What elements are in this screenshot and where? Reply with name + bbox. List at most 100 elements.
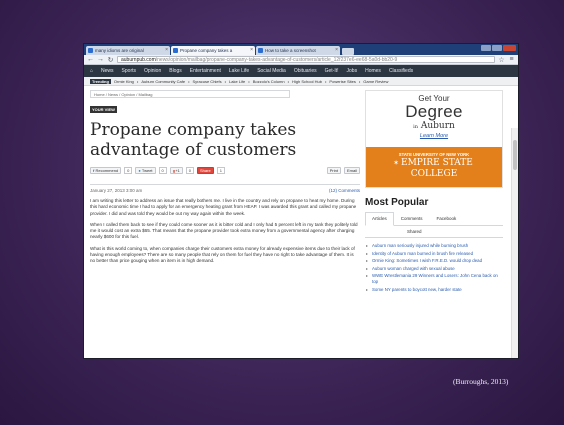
- trending-link[interactable]: Bozzolo's Column: [253, 79, 285, 84]
- most-popular-list: Auburn man seriously injured while burni…: [365, 243, 503, 292]
- nav-item[interactable]: Entertainment: [190, 68, 221, 74]
- close-window-button[interactable]: [503, 45, 516, 51]
- list-item[interactable]: WWE Wrestlemania 29 Winners and Losers: …: [365, 273, 503, 284]
- browser-tab[interactable]: many idioms are original ×: [86, 46, 170, 55]
- gplus-count: 0: [185, 167, 195, 174]
- tab-shared[interactable]: Shared: [365, 226, 503, 238]
- new-tab-button[interactable]: [342, 48, 354, 55]
- nav-item[interactable]: News: [101, 68, 114, 74]
- gplus-label: +1: [175, 168, 180, 173]
- comments-link[interactable]: (12) Comments: [329, 188, 360, 193]
- article-date: January 27, 2013 3:00 am: [90, 188, 143, 193]
- star-icon[interactable]: ☆: [498, 56, 505, 64]
- tweet-count: 0: [158, 167, 167, 174]
- ad-degree: Degree: [405, 102, 463, 121]
- ad-college-line1: EMPIRE STATE: [401, 158, 473, 168]
- tweet-label: Tweet: [141, 168, 153, 173]
- list-item[interactable]: Auburn woman charged with sexual abuse: [365, 266, 503, 272]
- nav-item[interactable]: Classifieds: [389, 68, 413, 74]
- trending-link[interactable]: High School Hub: [292, 79, 322, 84]
- citation: (Burroughs, 2013): [453, 377, 509, 386]
- trending-bar: Trending Ormie King • Auburn Community Ca…: [84, 77, 518, 86]
- trending-link[interactable]: Powerise Sites: [329, 79, 355, 84]
- trending-link[interactable]: Ormie King: [114, 79, 134, 84]
- reload-icon[interactable]: ↻: [107, 56, 114, 64]
- article-title: Propane company takes advantage of custo…: [90, 120, 297, 160]
- email-button[interactable]: Email: [343, 167, 360, 174]
- learn-more-link[interactable]: Learn More: [366, 133, 502, 139]
- ad-college-name: ✶ EMPIRE STATE: [366, 158, 502, 168]
- scrollbar[interactable]: [511, 128, 518, 358]
- window-controls: [481, 45, 516, 51]
- article-paragraph: What is this world coming to, when compa…: [90, 245, 355, 264]
- tab-articles[interactable]: Articles: [365, 212, 394, 226]
- favicon-icon: [258, 48, 263, 53]
- print-button[interactable]: Print: [326, 167, 341, 174]
- ad-suny: STATE UNIVERSITY OF NEW YORK: [398, 152, 470, 157]
- nav-item[interactable]: Sports: [122, 68, 136, 74]
- close-tab-icon[interactable]: ×: [165, 46, 168, 55]
- share-button[interactable]: Share: [197, 167, 214, 174]
- browser-tab-bar: many idioms are original × Propane compa…: [84, 44, 518, 55]
- scrollbar-thumb[interactable]: [513, 140, 517, 170]
- recommend-label: Recommend: [95, 168, 119, 173]
- ad-college-line2: COLLEGE: [410, 169, 458, 179]
- screenshot-frame: many idioms are original × Propane compa…: [83, 43, 519, 359]
- kicker-label: YOUR VIEW: [90, 106, 117, 113]
- nav-item[interactable]: Opinion: [144, 68, 161, 74]
- ad-place-name: Auburn: [420, 121, 455, 131]
- nav-item[interactable]: Homes: [365, 68, 381, 74]
- recommend-count: 0: [124, 167, 133, 174]
- nav-item[interactable]: Jobs: [347, 68, 358, 74]
- tab-comments[interactable]: Comments: [394, 212, 430, 225]
- article-paragraph: When I called them back to see if they c…: [90, 221, 358, 240]
- facebook-recommend-button[interactable]: f Recommend: [90, 167, 122, 174]
- tab-label: How to take a screenshot: [265, 48, 316, 53]
- page-content: Home / News / Opinion / Mailbag YOUR VIE…: [84, 86, 518, 358]
- list-item[interactable]: Identity of Auburn man burned in brush f…: [365, 251, 503, 257]
- twitter-icon: ●: [138, 168, 141, 173]
- list-item[interactable]: Auburn man seriously injured while burni…: [365, 243, 503, 249]
- tab-facebook[interactable]: Facebook: [430, 212, 464, 225]
- url-path: /news/opinion/mailbag/propane-company-ta…: [155, 57, 398, 63]
- article-meta: January 27, 2013 3:00 am (12) Comments: [90, 184, 360, 193]
- ad-college-banner: STATE UNIVERSITY OF NEW YORK ✶ EMPIRE STA…: [366, 147, 502, 187]
- tab-label: Propane company takes a: [180, 48, 233, 53]
- browser-tab[interactable]: How to take a screenshot ×: [256, 46, 340, 55]
- tweet-button[interactable]: ● Tweet: [135, 167, 156, 174]
- breadcrumb[interactable]: Home / News / Opinion / Mailbag: [90, 90, 290, 98]
- menu-icon[interactable]: ≡: [508, 56, 515, 63]
- home-icon[interactable]: ⌂: [90, 68, 93, 74]
- nav-item[interactable]: Get-It!: [325, 68, 339, 74]
- close-tab-icon[interactable]: ×: [250, 46, 253, 55]
- favicon-icon: [88, 48, 93, 53]
- browser-tab-active[interactable]: Propane company takes a ×: [171, 46, 255, 55]
- share-count: 1: [216, 167, 225, 174]
- most-popular-heading: Most Popular: [365, 197, 429, 208]
- social-buttons: f Recommend 0 ● Tweet 0 g+1 0 Share 1 Pr…: [90, 167, 360, 174]
- trending-link[interactable]: Auburn Community Cafe: [141, 79, 185, 84]
- maximize-button[interactable]: [492, 45, 502, 51]
- sidebar: Get Your Degree in Auburn Learn More STA…: [365, 90, 503, 294]
- minimize-button[interactable]: [481, 45, 491, 51]
- nav-item[interactable]: Lake Life: [229, 68, 249, 74]
- google-plus-button[interactable]: g+1: [169, 167, 183, 174]
- list-item[interactable]: Some NY parents to boycott new, harder s…: [365, 287, 503, 293]
- trending-link[interactable]: Lake Life: [229, 79, 245, 84]
- close-tab-icon[interactable]: ×: [335, 46, 338, 55]
- most-popular-tabs: Articles Comments Facebook: [365, 212, 503, 226]
- advertisement[interactable]: Get Your Degree in Auburn Learn More STA…: [365, 90, 503, 188]
- url-field[interactable]: auburnpub.com/news/opinion/mailbag/propa…: [117, 56, 495, 63]
- nav-item[interactable]: Social Media: [257, 68, 286, 74]
- trending-link[interactable]: Syracuse Chiefs: [193, 79, 222, 84]
- list-item[interactable]: Ormie King: Sometimes I wish F.R.E.D. wo…: [365, 258, 503, 264]
- back-arrow-icon[interactable]: ←: [87, 56, 94, 63]
- article: Home / News / Opinion / Mailbag YOUR VIE…: [90, 90, 360, 265]
- nav-item[interactable]: Obituaries: [294, 68, 317, 74]
- article-paragraph: I am writing this letter to address an i…: [90, 198, 357, 216]
- forward-arrow-icon[interactable]: →: [97, 56, 104, 63]
- site-navigation: ⌂ News Sports Opinion Blogs Entertainmen…: [84, 65, 518, 77]
- nav-item[interactable]: Blogs: [169, 68, 182, 74]
- trending-link[interactable]: Game Review: [363, 79, 388, 84]
- ad-in: in: [413, 124, 418, 130]
